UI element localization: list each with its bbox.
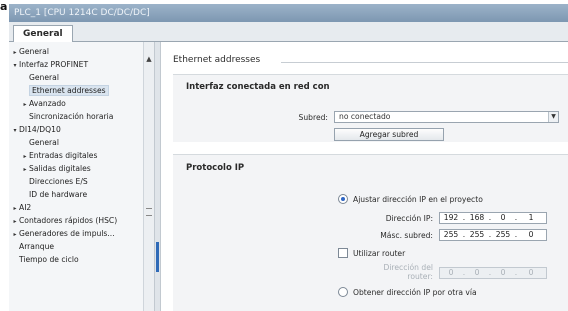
chevron-right-icon[interactable]: ▸ bbox=[11, 216, 19, 228]
router-address-label-2: router: bbox=[407, 272, 433, 281]
chevron-right-icon[interactable]: ▸ bbox=[21, 99, 29, 111]
chevron-right-icon[interactable]: ▸ bbox=[21, 151, 29, 163]
subnet-label: Subred: bbox=[298, 113, 328, 122]
ip-protocol-group: Protocolo IP Ajustar dirección IP en el … bbox=[173, 154, 568, 311]
chevron-down-icon[interactable]: ▾ bbox=[11, 125, 19, 137]
scroll-grip-icon[interactable] bbox=[146, 208, 152, 216]
nav-item-ai2[interactable]: ▸ AI2 bbox=[11, 202, 31, 214]
router-address-field[interactable]: 0 . 0 . 0 . 0 bbox=[439, 267, 547, 279]
interface-network-group: Interfaz conectada en red con Subred: no… bbox=[173, 74, 568, 142]
group-title-interface: Interfaz conectada en red con bbox=[186, 82, 330, 92]
chevron-right-icon[interactable]: ▸ bbox=[21, 164, 29, 176]
use-router-label: Utilizar router bbox=[353, 249, 406, 258]
properties-content: Ethernet addresses Interfaz conectada en… bbox=[161, 42, 568, 311]
use-router-checkbox[interactable] bbox=[338, 248, 348, 258]
nav-item-profinet-interface[interactable]: ▾ Interfaz PROFINET bbox=[11, 59, 88, 71]
tab-strip: General bbox=[9, 22, 568, 43]
nav-item-general[interactable]: ▸ General bbox=[11, 46, 48, 59]
subnet-mask-label: Másc. subred: bbox=[380, 231, 433, 240]
nav-item-io-general[interactable]: General bbox=[29, 137, 59, 149]
nav-item-di14-dq10[interactable]: ▾ DI14/DQ10 bbox=[11, 124, 60, 137]
nav-item-ethernet-addresses[interactable]: Ethernet addresses bbox=[29, 85, 109, 97]
chevron-down-icon[interactable]: ▾ bbox=[11, 60, 19, 72]
pane-splitter[interactable] bbox=[154, 42, 161, 311]
group-title-ip-protocol: Protocolo IP bbox=[186, 163, 245, 173]
window-title-bar: PLC_1 [CPU 1214C DC/DC/DC] bbox=[9, 4, 568, 22]
chevron-right-icon[interactable]: ▸ bbox=[11, 47, 19, 59]
nav-item-advanced[interactable]: ▸ Avanzado bbox=[21, 98, 65, 111]
chevron-down-icon[interactable]: ▼ bbox=[548, 112, 558, 122]
chevron-right-icon[interactable]: ▸ bbox=[11, 203, 19, 215]
ip-address-field[interactable]: 192 . 168 . 0 . 1 bbox=[439, 212, 547, 224]
section-title: Ethernet addresses bbox=[173, 55, 261, 65]
nav-item-startup[interactable]: Arranque bbox=[19, 241, 54, 253]
nav-item-profinet-general[interactable]: General bbox=[29, 72, 59, 84]
splitter-marker bbox=[156, 242, 159, 272]
nav-item-hardware-id[interactable]: ID de hardware bbox=[29, 189, 87, 201]
nav-item-digital-outputs[interactable]: ▸ Salidas digitales bbox=[21, 163, 90, 176]
radio-set-ip-label: Ajustar dirección IP en el proyecto bbox=[353, 195, 483, 204]
properties-nav-tree: ▸ General ▾ Interfaz PROFINET General Ethe… bbox=[9, 42, 153, 311]
router-address-label: Dirección del bbox=[383, 263, 433, 272]
nav-item-cycle-time[interactable]: Tiempo de ciclo bbox=[19, 254, 79, 266]
section-divider bbox=[281, 62, 568, 63]
ip-address-label: Dirección IP: bbox=[385, 214, 433, 223]
nav-scrollbar[interactable]: ▲ bbox=[143, 42, 154, 311]
radio-obtain-ip-other[interactable] bbox=[338, 287, 348, 297]
scroll-up-arrow-icon[interactable]: ▲ bbox=[145, 54, 153, 64]
add-subnet-button[interactable]: Agregar subred bbox=[334, 128, 444, 141]
nav-item-io-addresses[interactable]: Direcciones E/S bbox=[29, 176, 88, 188]
window-title: PLC_1 [CPU 1214C DC/DC/DC] bbox=[14, 8, 150, 18]
tab-general[interactable]: General bbox=[13, 25, 73, 43]
nav-item-time-sync[interactable]: Sincronización horaria bbox=[29, 111, 113, 123]
nav-item-pulse-generators[interactable]: ▸ Generadores de impuls... bbox=[11, 228, 114, 241]
nav-item-hsc[interactable]: ▸ Contadores rápidos (HSC) bbox=[11, 215, 117, 227]
radio-set-ip-in-project[interactable] bbox=[338, 194, 348, 204]
nav-item-digital-inputs[interactable]: ▸ Entradas digitales bbox=[21, 150, 97, 162]
chevron-right-icon[interactable]: ▸ bbox=[11, 229, 19, 241]
radio-obtain-ip-label: Obtener dirección IP por otra vía bbox=[353, 288, 477, 297]
subnet-select[interactable]: no conectado ▼ bbox=[334, 111, 559, 123]
subnet-mask-field[interactable]: 255 . 255 . 255 . 0 bbox=[439, 229, 547, 241]
